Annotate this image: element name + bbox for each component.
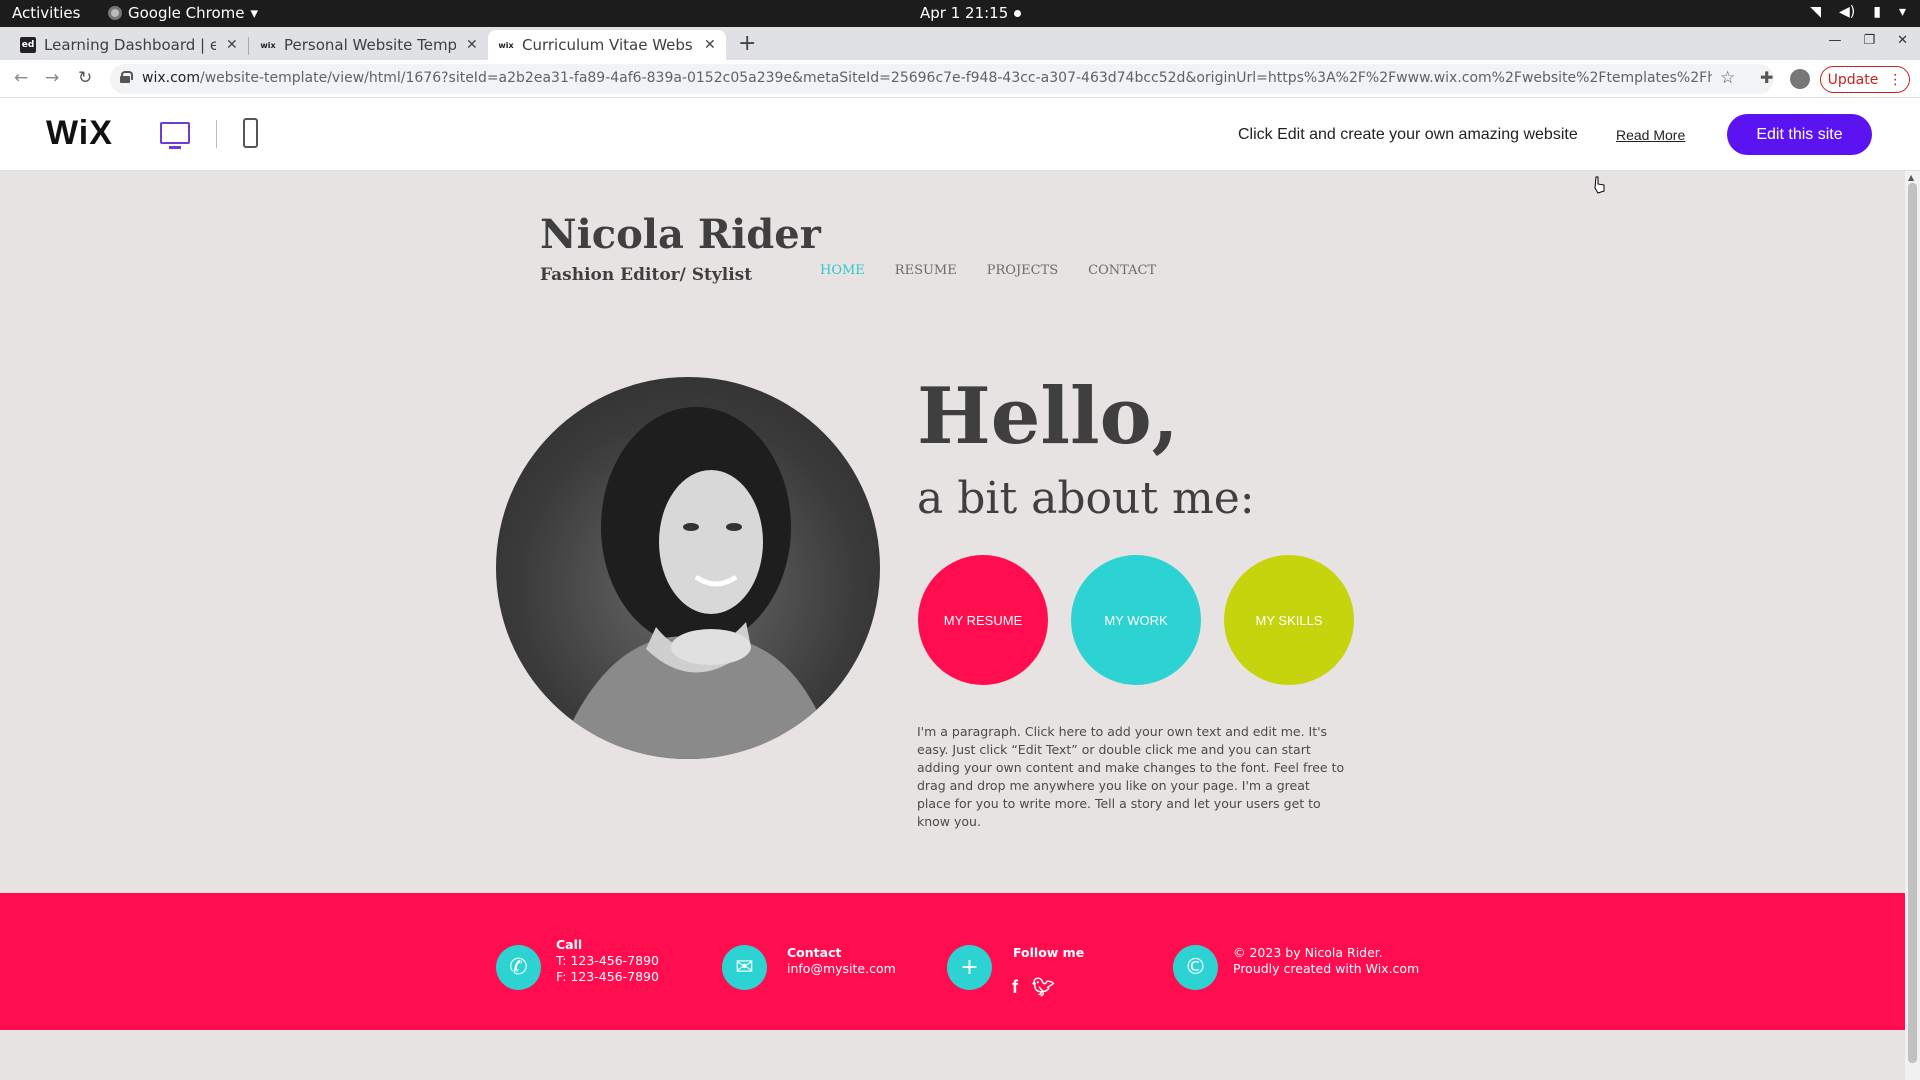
back-arrow-icon[interactable]: ← [14, 68, 28, 88]
profile-avatar[interactable] [1790, 69, 1810, 89]
contact-email[interactable]: info@mysite.com [787, 961, 896, 976]
edit-this-site-button[interactable]: Edit this site [1727, 114, 1872, 155]
social-links: f 🐦︎ [1012, 977, 1055, 998]
site-menu: HOME RESUME PROJECTS CONTACT [820, 263, 1156, 278]
new-tab-icon[interactable]: + [738, 31, 756, 56]
menu-item-home[interactable]: HOME [820, 263, 865, 278]
lock-icon[interactable] [120, 71, 133, 83]
clock[interactable]: Apr 1 21:15 [920, 4, 1008, 22]
menu-item-projects[interactable]: PROJECTS [987, 263, 1058, 278]
restore-icon[interactable]: ❐ [1863, 33, 1875, 48]
copyright-block: © 2023 by Nicola Rider. Proudly created … [1233, 945, 1419, 977]
contact-block: Contact info@mysite.com [787, 945, 896, 977]
volume-icon: ◀) [1839, 4, 1856, 20]
wix-favicon-icon: wix [260, 40, 276, 50]
my-work-button[interactable]: MY WORK [1071, 555, 1201, 685]
app-menu[interactable]: Google Chrome ▾ [108, 4, 258, 22]
activities-button[interactable]: Activities [12, 4, 80, 22]
call-title: Call [556, 937, 583, 952]
menu-item-contact[interactable]: CONTACT [1088, 263, 1156, 278]
site-canvas: Nicola Rider Fashion Editor/ Stylist HOM… [0, 171, 1905, 1080]
tab-learning-dashboard[interactable]: ed Learning Dashboard | edX ✕ [10, 30, 248, 60]
system-tray[interactable]: ◥ ◀) ▮ ▾ [1810, 4, 1906, 20]
follow-title: Follow me [1013, 945, 1085, 960]
battery-icon: ▮ [1873, 4, 1881, 20]
portrait-illustration [556, 407, 836, 759]
scrollbar-thumb[interactable] [1908, 183, 1917, 1063]
twitter-icon[interactable]: 🐦︎ [1032, 977, 1055, 998]
window-controls: — ❐ ✕ [1828, 33, 1908, 48]
phone-icon: ✆ [496, 945, 541, 990]
copyright-icon: © [1173, 945, 1218, 990]
kebab-menu-icon: ⋮ [1888, 71, 1903, 88]
site-subtitle: Fashion Editor/ Stylist [540, 265, 753, 285]
tab-close-icon[interactable]: ✕ [226, 37, 238, 53]
url-path: /website-template/view/html/1676?siteId=… [199, 70, 1712, 86]
notification-dot-icon [1014, 10, 1021, 17]
menu-item-resume[interactable]: RESUME [895, 263, 957, 278]
tab-curriculum-vitae[interactable]: wix Curriculum Vitae Website ✕ [488, 30, 726, 60]
forward-arrow-icon[interactable]: → [45, 68, 59, 88]
page-scrollbar[interactable]: ▲ [1905, 171, 1920, 1080]
extensions-puzzle-icon[interactable]: ✚ [1760, 68, 1773, 87]
edx-favicon-icon: ed [20, 37, 36, 53]
wix-favicon-icon: wix [498, 40, 514, 50]
promo-text: Click Edit and create your own amazing w… [1238, 126, 1578, 143]
plus-icon: + [947, 945, 992, 990]
wix-logo[interactable]: WiX [46, 114, 113, 153]
about-paragraph: I'm a paragraph. Click here to add your … [917, 724, 1345, 829]
tab-personal-website[interactable]: wix Personal Website Template ✕ [250, 30, 488, 60]
follow-block: Follow me [1013, 945, 1084, 961]
dropdown-arrow-icon: ▾ [250, 4, 259, 22]
site-title[interactable]: Nicola Rider [540, 211, 821, 258]
call-fax: F: 123-456-7890 [556, 969, 659, 984]
wifi-icon: ◥ [1810, 4, 1822, 20]
tab-title: Learning Dashboard | edX [44, 36, 216, 54]
hello-heading: Hello, [917, 371, 1179, 462]
chrome-icon [108, 6, 122, 20]
wix-preview-header: WiX Click Edit and create your own amazi… [0, 98, 1920, 171]
mobile-view-icon[interactable] [243, 118, 258, 148]
os-top-bar: Activities Google Chrome ▾ Apr 1 21:15 ◥… [0, 0, 1920, 27]
my-skills-button[interactable]: MY SKILLS [1224, 555, 1354, 685]
mouse-cursor-icon [1594, 176, 1605, 194]
url-host: wix.com [142, 70, 200, 86]
minimize-icon[interactable]: — [1828, 33, 1841, 48]
update-button[interactable]: Update ⋮ [1820, 66, 1910, 93]
call-block: Call T: 123-456-7890 F: 123-456-7890 [556, 937, 659, 985]
tab-separator [248, 37, 249, 55]
app-name: Google Chrome [128, 4, 245, 22]
scroll-up-arrow-icon[interactable]: ▲ [1908, 173, 1914, 182]
device-divider [216, 120, 217, 148]
tab-title: Personal Website Template [284, 36, 456, 54]
system-menu-arrow-icon: ▾ [1898, 4, 1906, 20]
site-footer: ✆ Call T: 123-456-7890 F: 123-456-7890 ✉… [0, 893, 1905, 1030]
tab-title: Curriculum Vitae Website [522, 36, 694, 54]
envelope-icon: ✉ [722, 945, 767, 990]
close-window-icon[interactable]: ✕ [1897, 33, 1908, 48]
about-heading: a bit about me: [917, 473, 1255, 524]
tab-close-icon[interactable]: ✕ [466, 37, 478, 53]
update-label: Update [1827, 71, 1879, 88]
copyright-line2[interactable]: Proudly created with Wix.com [1233, 961, 1419, 976]
contact-title: Contact [787, 945, 842, 960]
tab-strip: ed Learning Dashboard | edX ✕ wix Person… [0, 27, 1920, 60]
address-bar[interactable]: wix.com/website-template/view/html/1676?… [110, 64, 1774, 94]
url-text[interactable]: wix.com/website-template/view/html/1676?… [142, 70, 1712, 86]
profile-portrait [496, 377, 880, 759]
call-tel: T: 123-456-7890 [556, 953, 659, 968]
bookmark-star-icon[interactable]: ☆ [1720, 68, 1735, 88]
desktop-view-icon[interactable] [160, 122, 190, 149]
copyright-line1: © 2023 by Nicola Rider. [1233, 945, 1383, 960]
my-resume-button[interactable]: MY RESUME [918, 555, 1048, 685]
reload-icon[interactable]: ↻ [78, 68, 92, 88]
facebook-icon[interactable]: f [1012, 977, 1018, 998]
browser-toolbar: ← → ↻ wix.com/website-template/view/html… [0, 60, 1920, 98]
read-more-link[interactable]: Read More [1616, 127, 1685, 143]
tab-close-icon[interactable]: ✕ [704, 37, 716, 53]
